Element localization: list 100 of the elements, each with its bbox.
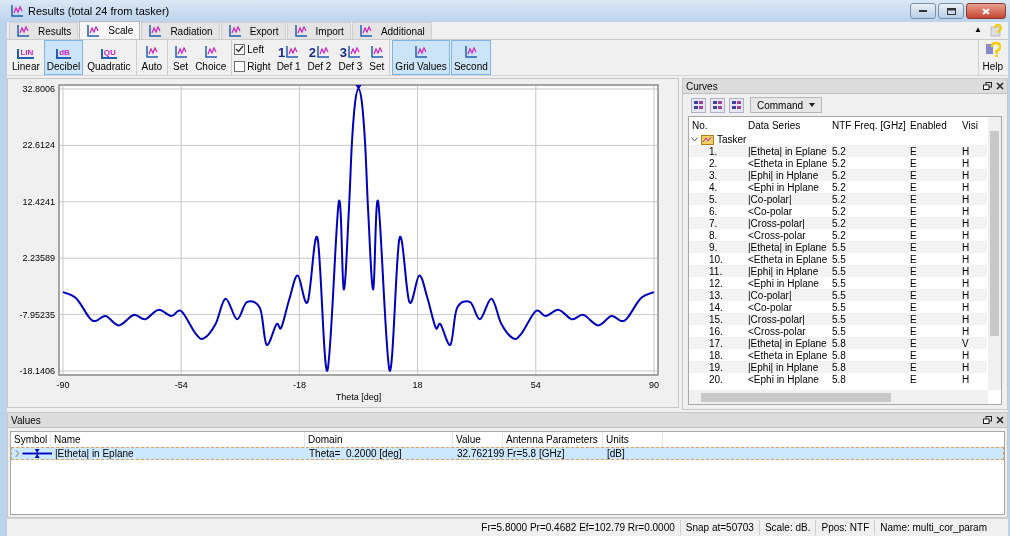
curve-row[interactable]: 3. |Ephi| in Hplane 5.2 E H	[689, 169, 987, 181]
toolbar-button[interactable]: Choice	[192, 40, 230, 75]
table-cell-text: E	[909, 180, 918, 195]
toolbar-button[interactable]: dB Decibel	[43, 40, 84, 75]
table-cell-text: H	[961, 312, 971, 327]
checkbox[interactable]: Right	[234, 58, 271, 74]
table-cell-text: |Etheta| in Eplane	[54, 447, 135, 461]
chevron-icon	[691, 136, 698, 142]
column-header[interactable]: Data Series	[745, 117, 829, 133]
graph-icon	[144, 45, 159, 59]
table-cell-text: E	[909, 336, 918, 351]
toolbar-button[interactable]: Grid Values	[392, 40, 450, 75]
table-cell-text: 20.	[708, 372, 724, 387]
table-cell-text: 19.	[708, 360, 724, 375]
table-cell-text: <Ephi in Hplane	[747, 373, 820, 387]
value-row[interactable]: |Etheta| in Eplane Theta= 0.2000 [deg] 32.762199 Fr=5.8 [GHz] [dB]	[11, 447, 1004, 460]
expand-toggle[interactable]	[691, 136, 698, 142]
toolbar-icon-button[interactable]	[691, 97, 706, 113]
table-cell-text: |Ephi| in Hplane	[747, 169, 820, 183]
toolbar-button[interactable]: Auto	[138, 40, 166, 75]
table-cell-text: |Co-polar|	[747, 193, 793, 207]
graph-icon	[414, 45, 429, 59]
table-cell-text: |Ephi| in Hplane	[747, 265, 820, 279]
table-cell-text: H	[961, 276, 971, 291]
column-header[interactable]: Visi	[959, 117, 981, 133]
maximize-button[interactable]	[938, 3, 964, 19]
tab[interactable]: Results	[9, 22, 79, 39]
table-cell-text: 5.2	[831, 192, 847, 207]
maximize-icon	[946, 7, 956, 15]
column-header[interactable]: NTF Freq. [GHz]	[829, 117, 907, 133]
toolbar-icon-button[interactable]	[729, 97, 744, 113]
curve-row[interactable]: 9. |Etheta| in Eplane 5.5 E H	[689, 241, 987, 253]
window-title: Results (total 24 from tasker)	[28, 3, 170, 19]
float-button[interactable]	[983, 82, 992, 90]
vertical-scrollbar[interactable]	[988, 117, 1001, 390]
table-cell-text: 3.	[708, 168, 719, 183]
column-header[interactable]: No.	[689, 117, 745, 133]
column-header[interactable]: Enabled	[907, 117, 959, 133]
table-cell-text: E	[909, 360, 918, 375]
table-cell-text: 5.2	[831, 228, 847, 243]
collapse-button[interactable]: ▲	[974, 24, 982, 36]
curve-row[interactable]: 19. |Ephi| in Hplane 5.8 E H	[689, 361, 987, 373]
tab[interactable]: Scale	[79, 21, 141, 39]
table-cell-text: 5.8	[831, 336, 847, 351]
toolbar-button[interactable]: LIN Linear	[9, 40, 43, 75]
table-cell-text: Theta= 0.2000 [deg]	[308, 447, 403, 461]
x-tick-label: 90	[649, 380, 659, 390]
checkbox[interactable]: Left	[234, 41, 271, 57]
table-cell-text: 14.	[708, 300, 724, 315]
table-icon	[710, 97, 725, 113]
close-button[interactable]	[996, 82, 1004, 90]
curve-row[interactable]: 7. |Cross-polar| 5.2 E H	[689, 217, 987, 229]
toolbar-button[interactable]: QU Quadratic	[84, 40, 134, 75]
close-button[interactable]	[966, 3, 1006, 19]
curve-row[interactable]: 13. |Co-polar| 5.5 E H	[689, 289, 987, 301]
table-cell-text: E	[909, 168, 918, 183]
toolbar-button[interactable]: 3 Def 3	[335, 40, 366, 75]
icon-label: 3	[339, 46, 347, 59]
toolbar-button[interactable]: Set	[366, 40, 388, 75]
table-cell-text: H	[961, 348, 971, 363]
graph-icon	[203, 45, 218, 59]
table-cell-text: 10.	[708, 252, 724, 267]
help-button[interactable]: Help	[978, 40, 1006, 75]
table-cell-text: H	[961, 192, 971, 207]
table-cell-text: E	[909, 276, 918, 291]
tab[interactable]: Radiation	[141, 22, 220, 39]
table-cell-text: H	[961, 216, 971, 231]
icon-label: LIN	[17, 49, 35, 59]
horizontal-scrollbar[interactable]	[689, 390, 988, 404]
graph-icon	[148, 24, 163, 38]
toolbar-button[interactable]: Second	[450, 40, 491, 75]
toolbar-button[interactable]: 1 Def 1	[273, 40, 304, 75]
tab[interactable]: Additional	[351, 22, 432, 39]
float-button[interactable]	[983, 416, 992, 424]
tab[interactable]: Import	[286, 22, 351, 39]
table-cell-text: 5.5	[831, 264, 847, 279]
curve-row[interactable]: 1. |Etheta| in Eplane 5.2 E H	[689, 145, 987, 157]
toolbar-button[interactable]: 2 Def 2	[304, 40, 335, 75]
toolbar-icon-button[interactable]	[710, 97, 725, 113]
table-cell-text: 5.5	[831, 324, 847, 339]
tab[interactable]: Export	[220, 22, 286, 39]
curve-row[interactable]: 5. |Co-polar| 5.2 E H	[689, 193, 987, 205]
command-dropdown[interactable]: Command	[750, 97, 823, 113]
status-text: Scale: dB.	[758, 520, 816, 535]
toolbar-button[interactable]: Set	[170, 40, 192, 75]
close-button[interactable]	[996, 416, 1004, 424]
curve-row[interactable]: 11. |Ephi| in Hplane 5.5 E H	[689, 265, 987, 277]
table-cell-text: 5.5	[831, 312, 847, 327]
y-tick-label: 2.23589	[22, 253, 55, 264]
table-cell-text: 5.2	[831, 180, 847, 195]
close-icon	[996, 82, 1004, 90]
minimize-button[interactable]	[910, 3, 936, 19]
curve-row[interactable]: 17. |Etheta| in Eplane 5.8 E V	[689, 337, 987, 349]
table-cell-text: <Ephi in Hplane	[747, 277, 820, 291]
curve-row[interactable]: 15. |Cross-polar| 5.5 E H	[689, 313, 987, 325]
table-cell-text: |Etheta| in Eplane	[747, 241, 828, 255]
table-cell-text: H	[961, 372, 971, 387]
tree-node[interactable]: Tasker	[717, 131, 747, 147]
x-tick-label: -18	[292, 380, 306, 390]
graph-icon	[293, 24, 308, 38]
